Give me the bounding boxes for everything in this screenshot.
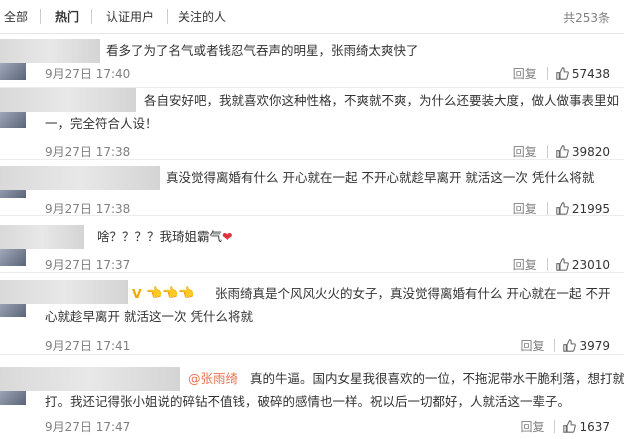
like-button[interactable]: 21995	[556, 202, 610, 216]
comment-text-continued: 心就趁早离开 就活这一次 凭什么将就	[45, 309, 253, 324]
comment-text-continued: 打。我还记得张小姐说的碎钻不值钱，破碎的感情也一样。祝以后一切都好，人就活这一辈…	[45, 394, 571, 409]
comment-text: 张雨绮真是个风风火火的女子，真没觉得离婚有什么 开心就在一起 不开	[215, 286, 611, 301]
comment-filter-tabs: 全部 热门 认证用户 关注的人 共253条	[0, 0, 624, 34]
comment-item: 真没觉得离婚有什么 开心就在一起 不开心就趁早离开 就活这一次 凭什么将就 9月…	[0, 160, 624, 216]
like-count: 39820	[571, 144, 610, 159]
tab-divider	[40, 9, 41, 24]
like-button[interactable]: 57438	[556, 67, 610, 81]
comment-actions: 回复 39820	[513, 143, 610, 160]
comment-total-count: 共253条	[563, 11, 610, 25]
tab-following[interactable]: 关注的人	[178, 9, 226, 25]
comment-actions: 回复 23010	[513, 256, 610, 273]
tab-hot[interactable]: 热门	[55, 9, 79, 25]
action-divider	[546, 202, 548, 215]
tab-all[interactable]: 全部	[4, 9, 28, 25]
comment-item: 啥？？？？我琦姐霸气❤ 9月27日 17:37 回复 23010	[0, 216, 624, 273]
tab-verified-users[interactable]: 认证用户	[106, 9, 154, 25]
like-button[interactable]: 23010	[556, 258, 610, 272]
comment-item: @张雨绮 真的牛逼。国内女星我很喜欢的一位，不拖泥带水干脆利落，想打就 打。我还…	[0, 355, 624, 439]
username-blurred[interactable]	[0, 225, 84, 249]
comment-item: 看多了为了名气或者钱忍气吞声的明星，张雨绮太爽快了 9月27日 17:40 回复…	[0, 34, 624, 88]
action-divider	[546, 67, 548, 80]
username-blurred[interactable]	[0, 367, 180, 391]
like-count: 57438	[571, 66, 610, 81]
action-divider	[546, 145, 548, 158]
thumbs-up-icon	[556, 258, 569, 271]
comment-item: V 👈👈👈 张雨绮真是个风风火火的女子，真没觉得离婚有什么 开心就在一起 不开 …	[0, 273, 624, 355]
pointing-hands-emoji: 👈👈👈	[146, 286, 195, 301]
like-button[interactable]: 39820	[556, 145, 610, 159]
like-button[interactable]: 1637	[563, 420, 610, 434]
comment-timestamp: 9月27日 17:37	[45, 258, 131, 272]
thumbs-up-icon	[563, 420, 577, 433]
comment-timestamp: 9月27日 17:47	[45, 420, 131, 434]
comment-item: 各自安好吧，我就喜欢你这种性格，不爽就不爽，为什么还要装大度，做人做事表里如 一…	[0, 88, 624, 160]
action-divider	[546, 258, 548, 271]
like-count: 3979	[579, 338, 610, 353]
username-blurred[interactable]	[0, 166, 160, 190]
action-divider	[554, 420, 556, 433]
comment-text-continued: 一，完全符合人设！	[45, 116, 158, 131]
verified-badge: V	[132, 286, 142, 301]
comment-text: 真没觉得离婚有什么 开心就在一起 不开心就趁早离开 就活这一次 凭什么将就	[166, 170, 595, 185]
thumbs-up-icon	[556, 67, 569, 80]
like-button[interactable]: 3979	[563, 339, 610, 353]
comment-actions: 回复 3979	[520, 337, 610, 354]
comment-timestamp: 9月27日 17:38	[45, 202, 131, 216]
comment-actions: 回复 57438	[513, 65, 610, 82]
thumbs-up-icon	[556, 202, 569, 215]
reply-button[interactable]: 回复	[513, 65, 537, 82]
username-blurred[interactable]	[0, 39, 100, 63]
comment-text: 各自安好吧，我就喜欢你这种性格，不爽就不爽，为什么还要装大度，做人做事表里如	[144, 93, 620, 108]
reply-button[interactable]: 回复	[520, 418, 544, 435]
heart-icon: ❤	[222, 229, 233, 244]
comment-text: 真的牛逼。国内女星我很喜欢的一位，不拖泥带水干脆利落，想打就	[250, 371, 624, 386]
thumbs-up-icon	[556, 145, 569, 158]
tab-divider	[91, 9, 92, 24]
action-divider	[554, 339, 556, 352]
comment-actions: 回复 21995	[513, 200, 610, 217]
comment-text: 啥？？？？我琦姐霸气❤	[97, 229, 233, 244]
like-count: 23010	[571, 257, 610, 272]
reply-button[interactable]: 回复	[513, 143, 537, 160]
comment-timestamp: 9月27日 17:38	[45, 145, 131, 159]
reply-button[interactable]: 回复	[520, 337, 544, 354]
comment-timestamp: 9月27日 17:41	[45, 339, 131, 353]
username-blurred[interactable]	[0, 88, 136, 112]
like-count: 1637	[579, 419, 610, 434]
thumbs-up-icon	[563, 339, 577, 352]
reply-button[interactable]: 回复	[513, 200, 537, 217]
username-blurred[interactable]	[0, 280, 128, 304]
comment-timestamp: 9月27日 17:40	[45, 67, 131, 81]
like-count: 21995	[571, 201, 610, 216]
comment-text: 看多了为了名气或者钱忍气吞声的明星，张雨绮太爽快了	[106, 43, 419, 58]
reply-button[interactable]: 回复	[513, 256, 537, 273]
tab-divider	[167, 9, 168, 24]
mention-link[interactable]: @张雨绮	[188, 367, 238, 390]
comment-actions: 回复 1637	[520, 418, 610, 435]
